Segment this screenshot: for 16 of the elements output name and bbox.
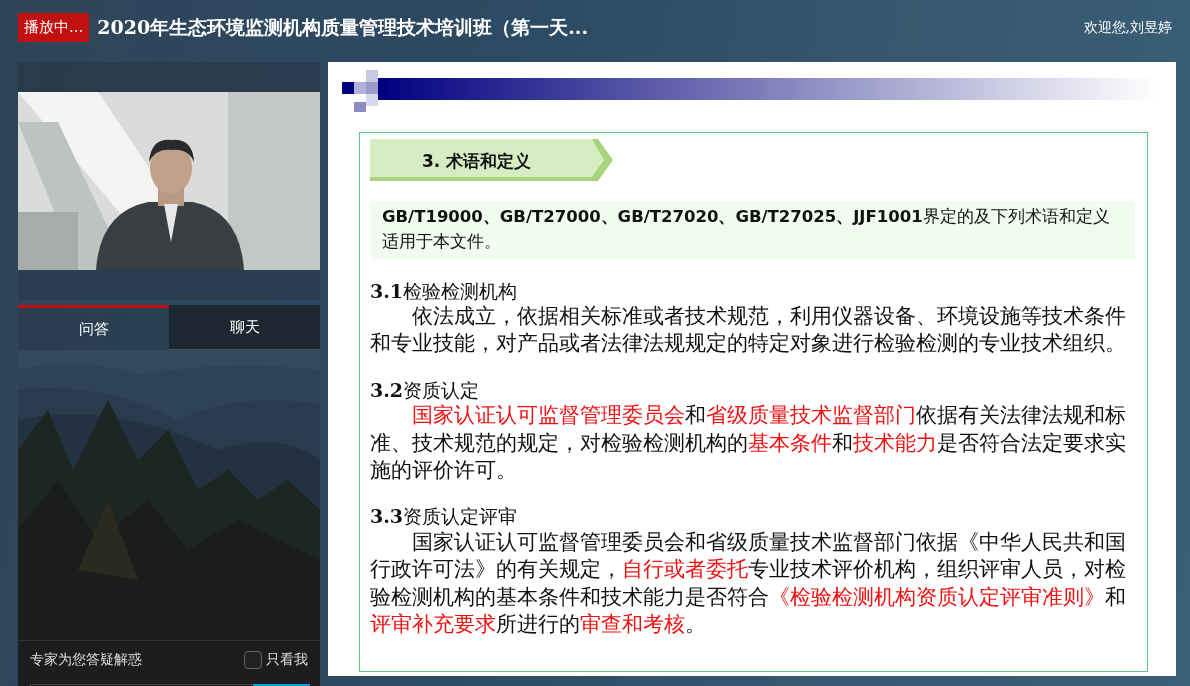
term-definition: 国家认证认可监督管理委员会和省级质量技术监督部门依据《中华人民共和国行政许可法》的有关规定，自行或者委托专业技术评价机构，组织评审人员，对检验检测机构的基本条件和技术能力是否符合《检验检测机构资质认定评审准则》和 评审补充要求所进行的审查和考核。 [370, 529, 1127, 638]
term-definition: 依法成立，依据相关标准或者技术规范，利用仪器设备、环境设施等技术条件和专业技能，对产品或者法律法规规定的特定对象进行检验检测的专业技术组织。 [370, 303, 1127, 358]
section-title-banner: 3. 术语和定义 [370, 139, 613, 181]
only-me-label: 只看我 [266, 650, 308, 669]
tab[interactable]: 问答 [18, 305, 169, 350]
live-badge: 播放中... [18, 13, 90, 42]
welcome-text: 欢迎您,刘昱婷 [1083, 18, 1172, 37]
tab[interactable]: 聊天 [169, 305, 320, 350]
term-definition: 国家认证认可监督管理委员会和省级质量技术监督部门依据有关法律法规和标准、技术规范的规定，对检验检测机构的基本条件和技术能力是否符合法定要求实施的评价许可。 [370, 402, 1127, 485]
intro-paragraph: GB/T19000、GB/T27000、GB/T27020、GB/T27025、JJF1001界定的及下列术语和定义适用于本文件。 [370, 201, 1135, 259]
term-heading: 3.1检验检测机构 [370, 278, 519, 304]
checkbox[interactable] [244, 650, 262, 669]
term-heading: 3.3资质认定评审 [370, 504, 519, 530]
term-heading: 3.2资质认定 [370, 377, 481, 403]
qa-label: 专家为您答疑解惑 [30, 650, 142, 669]
course-title: 2020年生态环境监测机构质量管理技术培训班（第一天... [97, 15, 589, 41]
